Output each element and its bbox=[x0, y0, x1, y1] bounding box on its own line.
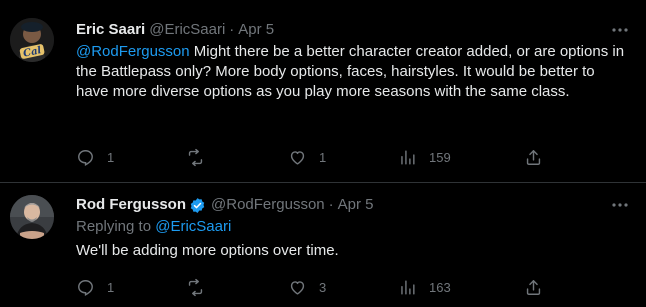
reply-count: 1 bbox=[107, 149, 115, 165]
views-count: 159 bbox=[429, 149, 451, 165]
avatar[interactable] bbox=[10, 195, 54, 239]
like-button[interactable]: 3 bbox=[288, 276, 326, 298]
tweet-header: Rod Fergusson @RodFergusson · Apr 5 bbox=[76, 195, 630, 215]
repost-icon bbox=[188, 278, 203, 296]
verified-icon[interactable] bbox=[189, 197, 206, 214]
author-name[interactable]: Eric Saari bbox=[76, 20, 145, 40]
tweet-header: Eric Saari @EricSaari · Apr 5 bbox=[76, 20, 630, 40]
action-bar: 1 3 163 bbox=[76, 276, 630, 298]
reply-icon bbox=[78, 279, 93, 296]
like-icon bbox=[290, 280, 305, 295]
share-button[interactable] bbox=[524, 276, 543, 298]
replying-to-link[interactable]: @EricSaari bbox=[155, 218, 231, 235]
reply-button[interactable]: 1 bbox=[76, 146, 114, 168]
like-icon bbox=[290, 150, 305, 165]
views-button[interactable]: 159 bbox=[398, 146, 451, 168]
repost-button[interactable] bbox=[186, 276, 217, 298]
repost-icon bbox=[188, 148, 203, 166]
author-name[interactable]: Rod Fergusson bbox=[76, 195, 186, 215]
tweet[interactable]: Cal Eric Saari @EricSaari · Apr 5 @RodFe… bbox=[0, 0, 646, 183]
views-count: 163 bbox=[429, 279, 451, 295]
separator-dot: · bbox=[328, 196, 334, 213]
repost-button[interactable] bbox=[186, 146, 217, 168]
action-bar: 1 1 159 bbox=[76, 146, 630, 168]
share-icon bbox=[526, 279, 541, 295]
views-icon bbox=[401, 149, 415, 165]
author-handle[interactable]: @RodFergusson bbox=[211, 195, 325, 215]
tweet-date[interactable]: Apr 5 bbox=[238, 20, 274, 40]
reply-count: 1 bbox=[107, 279, 115, 295]
tweet-date[interactable]: Apr 5 bbox=[338, 195, 374, 215]
like-button[interactable]: 1 bbox=[288, 146, 326, 168]
tweet-content: Rod Fergusson @RodFergusson · Apr 5 Repl… bbox=[76, 195, 630, 261]
mention-link[interactable]: @RodFergusson bbox=[76, 43, 190, 60]
share-icon bbox=[526, 149, 541, 165]
tweet-text: @RodFergusson Might there be a better ch… bbox=[76, 42, 628, 102]
avatar-image bbox=[10, 195, 54, 239]
avatar[interactable]: Cal bbox=[10, 18, 54, 62]
views-icon bbox=[401, 279, 415, 295]
separator-dot: · bbox=[229, 21, 235, 38]
more-icon[interactable] bbox=[610, 20, 630, 40]
tweet-content: Eric Saari @EricSaari · Apr 5 @RodFergus… bbox=[76, 20, 630, 102]
share-button[interactable] bbox=[524, 146, 543, 168]
like-count: 3 bbox=[319, 279, 327, 295]
avatar-image: Cal bbox=[10, 18, 54, 62]
replying-to: Replying to @EricSaari bbox=[76, 217, 630, 237]
replying-prefix: Replying to bbox=[76, 218, 152, 235]
more-icon[interactable] bbox=[610, 195, 630, 215]
like-count: 1 bbox=[319, 149, 327, 165]
reply-button[interactable]: 1 bbox=[76, 276, 114, 298]
author-handle[interactable]: @EricSaari bbox=[149, 20, 225, 40]
reply-tweet[interactable]: Rod Fergusson @RodFergusson · Apr 5 Repl… bbox=[0, 183, 646, 307]
tweet-text: We'll be adding more options over time. bbox=[76, 242, 339, 259]
reply-icon bbox=[78, 149, 93, 166]
views-button[interactable]: 163 bbox=[398, 276, 451, 298]
